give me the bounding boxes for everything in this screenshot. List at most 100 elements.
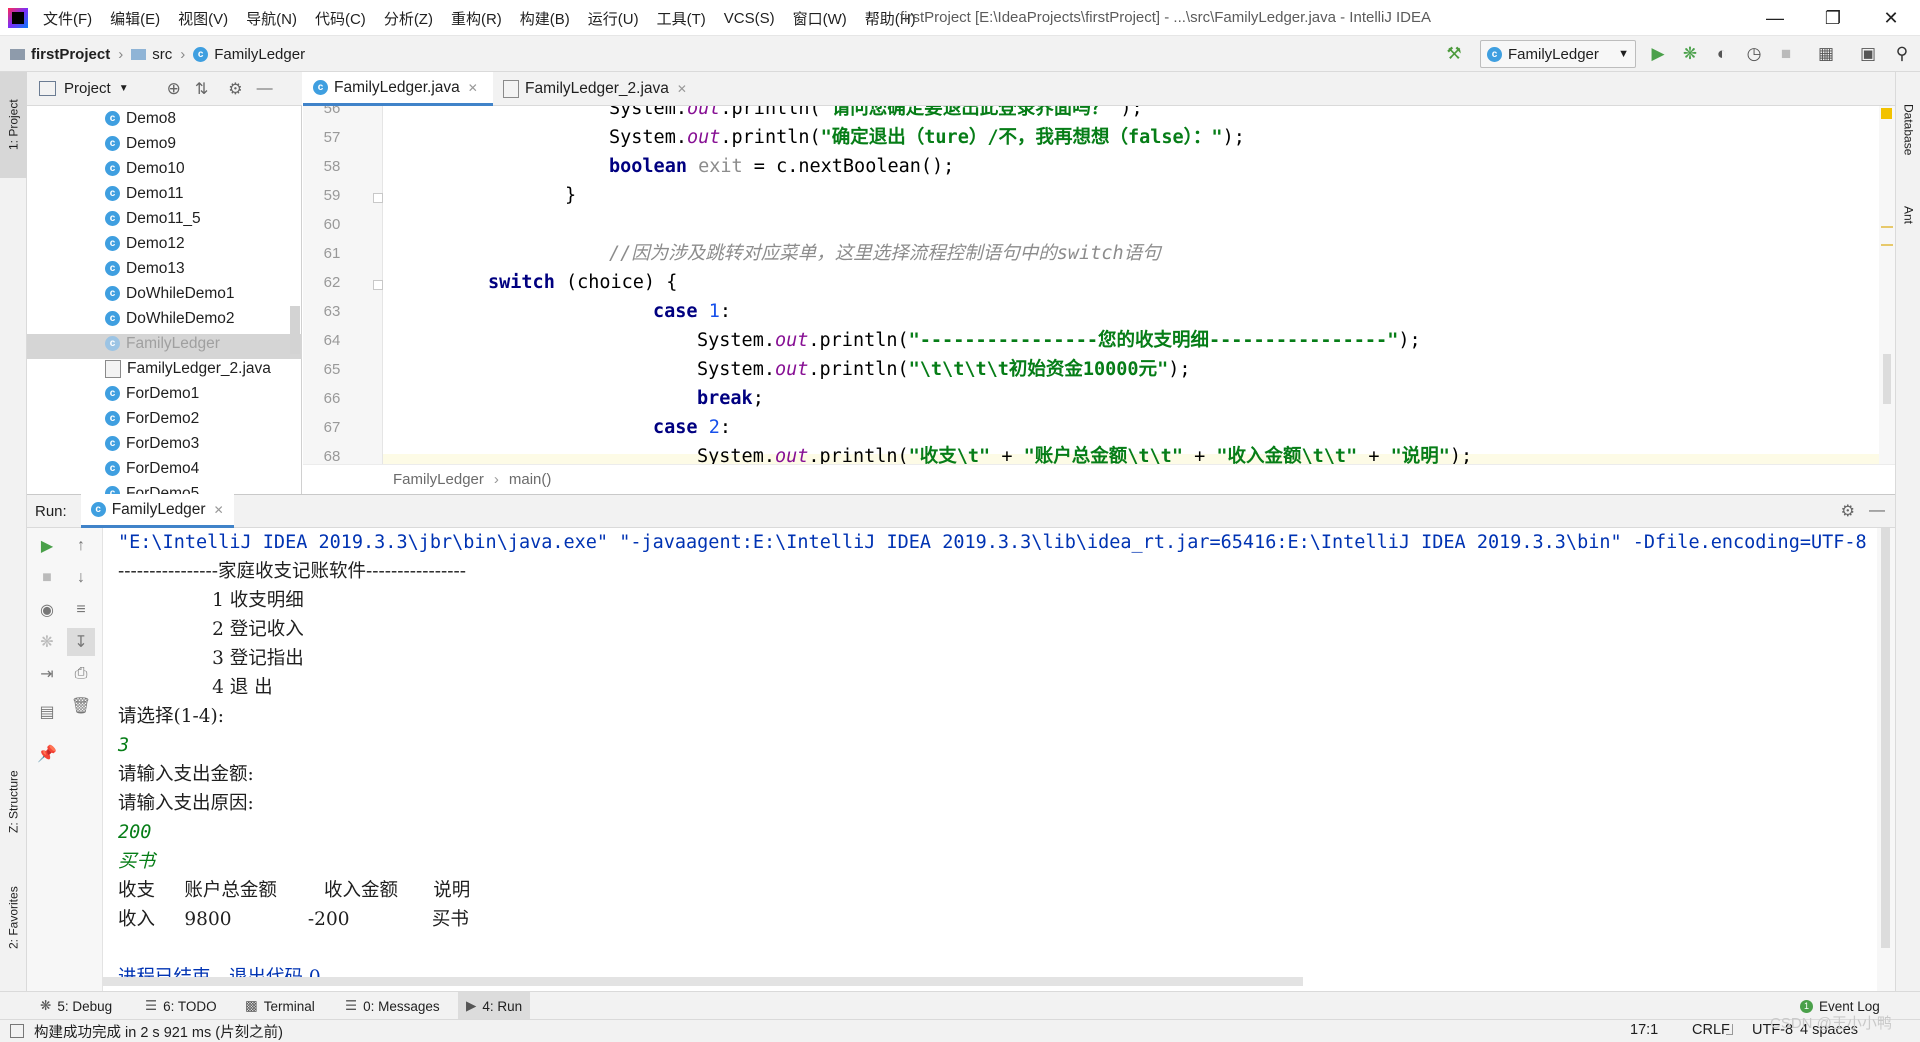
pin-icon[interactable]: 📌 — [33, 740, 61, 768]
minimize-button[interactable]: — — [1746, 0, 1804, 36]
tab-debug[interactable]: ❋ 5: Debug — [40, 992, 112, 1020]
trash-icon[interactable]: 🗑 — [67, 692, 95, 720]
scroll-thumb[interactable] — [1883, 354, 1891, 404]
tree-item[interactable]: c Demo9 — [105, 131, 176, 156]
run-icon[interactable]: ▶ — [1644, 40, 1672, 68]
status-toggle-icon[interactable] — [10, 1024, 24, 1038]
stop-icon[interactable]: ■ — [1772, 40, 1800, 68]
stop-icon[interactable]: ■ — [33, 564, 61, 592]
tree-item[interactable]: c Demo11 — [105, 181, 183, 206]
run-configuration-select[interactable]: c FamilyLedger ▼ — [1480, 40, 1636, 68]
exit-icon[interactable]: ⇥ — [33, 660, 61, 688]
caret-position[interactable]: 17:1 — [1630, 1022, 1658, 1038]
breadcrumb-folder[interactable]: src — [152, 46, 172, 63]
menu-window[interactable]: 窗口(W) — [784, 8, 856, 29]
gear-icon[interactable]: ⚙ — [1841, 501, 1855, 521]
menu-run[interactable]: 运行(U) — [579, 8, 648, 29]
menu-tools[interactable]: 工具(T) — [648, 8, 715, 29]
tree-item[interactable]: c DoWhileDemo2 — [105, 306, 235, 331]
down-arrow-icon[interactable]: ↓ — [67, 564, 95, 592]
print-icon[interactable]: ⎙ — [67, 660, 95, 688]
tree-item-selected[interactable]: c FamilyLedger — [105, 331, 220, 356]
tab-project-tool[interactable]: 1: Project — [0, 72, 27, 178]
tree-item[interactable]: c Demo10 — [105, 156, 185, 181]
tab-database-tool[interactable]: Database — [1896, 82, 1920, 177]
tree-item[interactable]: c Demo11_5 — [105, 206, 201, 231]
menu-build[interactable]: 构建(B) — [511, 8, 579, 29]
menu-vcs[interactable]: VCS(S) — [715, 10, 784, 27]
profile-icon[interactable]: ◷ — [1740, 40, 1768, 68]
console-horizontal-scrollbar[interactable] — [103, 977, 1303, 986]
tree-item[interactable]: c Demo13 — [105, 256, 185, 281]
tree-item[interactable]: FamilyLedger_2.java — [105, 356, 271, 381]
console-line: 请输入支出金额: — [118, 764, 254, 785]
breadcrumb-file[interactable]: FamilyLedger — [214, 46, 305, 63]
hide-icon[interactable]: — — [1869, 502, 1885, 520]
close-icon[interactable]: ✕ — [214, 503, 224, 517]
tree-item[interactable]: c ForDemo1 — [105, 381, 199, 406]
tab-ant-tool[interactable]: Ant — [1896, 190, 1920, 240]
tab-run[interactable]: ▶ 4: Run — [458, 992, 531, 1020]
gear-icon[interactable]: ⚙ — [228, 79, 242, 99]
menu-file[interactable]: 文件(F) — [34, 8, 101, 29]
close-button[interactable]: ✕ — [1862, 0, 1920, 36]
tab-structure-tool[interactable]: Z: Structure — [0, 752, 27, 852]
tab-terminal[interactable]: ▩ Terminal — [245, 992, 315, 1020]
tree-item[interactable]: c Demo8 — [105, 106, 176, 131]
fold-marker-icon[interactable] — [373, 193, 383, 203]
class-icon: c — [105, 311, 120, 326]
tab-favorites-tool[interactable]: 2: Favorites — [0, 868, 27, 968]
tree-item[interactable]: c ForDemo3 — [105, 431, 199, 456]
up-arrow-icon[interactable]: ↑ — [67, 532, 95, 560]
warning-marker-icon[interactable] — [1881, 108, 1892, 119]
tab-todo[interactable]: ☰ 6: TODO — [145, 992, 217, 1020]
coverage-icon[interactable]: ◐ — [1708, 40, 1736, 68]
hammer-icon[interactable]: ⚒ — [1440, 40, 1468, 68]
tab-messages[interactable]: ☰ 0: Messages — [345, 992, 440, 1020]
menu-code[interactable]: 代码(C) — [306, 8, 375, 29]
tab-familyledger-java[interactable]: c FamilyLedger.java ✕ — [303, 72, 493, 106]
tab-label: FamilyLedger.java — [334, 78, 460, 96]
status-message[interactable]: 构建成功完成 in 2 s 921 ms (片刻之前) — [34, 1021, 283, 1042]
run-console[interactable]: "E:\IntelliJ IDEA 2019.3.3\jbr\bin\java.… — [103, 528, 1877, 991]
tree-scrollbar[interactable] — [290, 306, 300, 354]
soft-wrap-icon[interactable]: ≡ — [67, 596, 95, 624]
rerun-icon[interactable]: ▶ — [33, 532, 61, 560]
crumb-class[interactable]: FamilyLedger — [393, 471, 484, 488]
tree-item[interactable]: c Demo12 — [105, 231, 185, 256]
scroll-thumb[interactable] — [1881, 528, 1890, 948]
crumb-method[interactable]: main() — [509, 471, 552, 488]
fold-marker-icon[interactable] — [373, 280, 383, 290]
line-separator[interactable]: CRLF — [1692, 1022, 1730, 1038]
project-structure-icon[interactable]: ▦ — [1812, 40, 1840, 68]
run-tab[interactable]: c FamilyLedger ✕ — [80, 494, 234, 528]
hide-icon[interactable]: — — [257, 80, 273, 98]
tab-messages-label: 0: Messages — [363, 998, 440, 1014]
chevron-down-icon[interactable]: ▼ — [119, 83, 129, 94]
tree-item[interactable]: c DoWhileDemo1 — [105, 281, 235, 306]
layout-icon[interactable]: ▤ — [33, 698, 61, 726]
breadcrumb-project[interactable]: firstProject — [31, 46, 110, 63]
console-vertical-scrollbar[interactable] — [1877, 528, 1895, 991]
scroll-to-end-icon[interactable]: ↧ — [67, 628, 95, 656]
locate-icon[interactable]: ⊕ — [167, 79, 181, 99]
menu-edit[interactable]: 编辑(E) — [101, 8, 169, 29]
tree-item[interactable]: c ForDemo4 — [105, 456, 199, 481]
tree-item[interactable]: c ForDemo2 — [105, 406, 199, 431]
debug-icon[interactable]: ❋ — [1676, 40, 1704, 68]
tab-familyledger2-java[interactable]: FamilyLedger_2.java ✕ — [493, 72, 713, 106]
tree-item[interactable]: c ForDemo5 — [105, 481, 199, 494]
menu-analyze[interactable]: 分析(Z) — [375, 8, 442, 29]
project-panel-title[interactable]: Project — [64, 80, 111, 97]
menu-view[interactable]: 视图(V) — [169, 8, 237, 29]
camera-icon[interactable]: ◉ — [33, 596, 61, 624]
menu-refactor[interactable]: 重构(R) — [442, 8, 511, 29]
collapse-all-icon[interactable]: ⇅ — [195, 79, 208, 99]
search-icon[interactable]: ⚲ — [1888, 40, 1916, 68]
maximize-button[interactable]: ❐ — [1804, 0, 1862, 36]
close-icon[interactable]: ✕ — [677, 82, 687, 96]
settings-icon[interactable]: ❋ — [33, 628, 61, 656]
menu-navigate[interactable]: 导航(N) — [237, 8, 306, 29]
close-icon[interactable]: ✕ — [468, 81, 478, 95]
presentation-icon[interactable]: ▣ — [1854, 40, 1882, 68]
